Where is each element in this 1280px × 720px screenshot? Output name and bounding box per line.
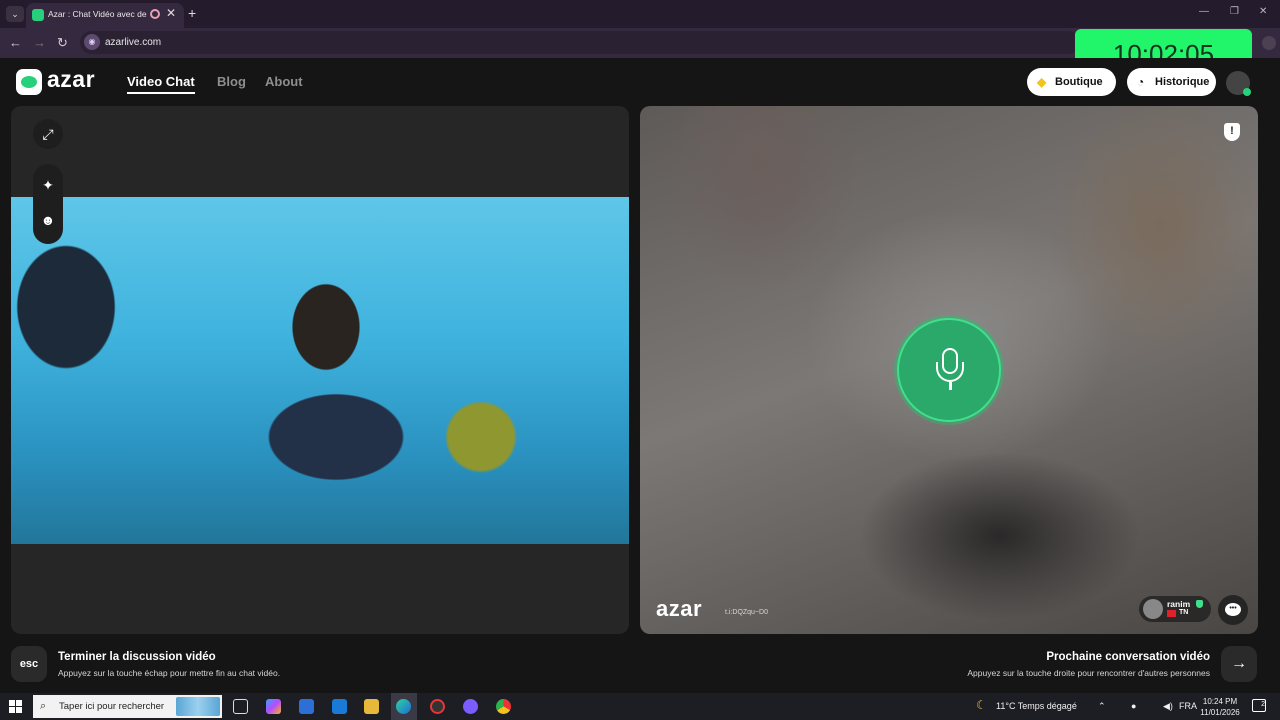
taskbar-clock[interactable]: 10:24 PM 11/01/2026 xyxy=(1197,696,1243,718)
end-chat-title: Terminer la discussion vidéo xyxy=(58,651,216,663)
report-icon[interactable]: ! xyxy=(1224,123,1240,141)
windows-taskbar: ⌕ Taper ici pour rechercher ☾ 11°C Temps… xyxy=(0,693,1280,720)
nav-about[interactable]: About xyxy=(265,74,303,89)
site-info-icon[interactable]: ◉ xyxy=(84,34,100,50)
peer-country: TN xyxy=(1179,609,1189,616)
mail-icon[interactable] xyxy=(332,699,347,714)
azar-watermark: azar xyxy=(656,596,703,621)
sparkle-icon[interactable]: ✦ xyxy=(33,170,63,200)
tab-close-button[interactable]: ✕ xyxy=(166,6,176,20)
local-video-panel: ⤢ ✦ ☻ xyxy=(11,106,629,634)
close-window-button[interactable]: ✕ xyxy=(1259,6,1267,17)
moon-weather-icon[interactable]: ☾ xyxy=(976,698,987,712)
store-icon[interactable] xyxy=(299,699,314,714)
taskbar-search-placeholder: Taper ici pour rechercher xyxy=(59,701,165,712)
watermark-id: t.i:DQZqu~D0 xyxy=(725,609,768,616)
nav-blog[interactable]: Blog xyxy=(217,74,246,89)
azar-favicon-icon xyxy=(32,9,44,21)
profile-avatar-icon[interactable] xyxy=(1262,36,1276,50)
tray-volume-icon[interactable]: ◀) xyxy=(1163,701,1173,712)
next-chat-title: Prochaine conversation vidéo xyxy=(1046,651,1210,663)
tray-mic-icon[interactable]: ● xyxy=(1131,701,1136,711)
task-view-icon[interactable] xyxy=(233,699,248,714)
chat-button[interactable]: ••• xyxy=(1218,595,1248,625)
language-indicator[interactable]: FRA xyxy=(1179,701,1197,711)
reload-icon[interactable]: ↻ xyxy=(57,35,68,51)
chat-icon: ••• xyxy=(1225,603,1241,616)
remote-video-panel: ! azar t.i:DQZqu~D0 ranim TN ••• xyxy=(640,106,1258,634)
search-highlight-image xyxy=(176,697,220,716)
url-field[interactable]: ◉ azarlive.com xyxy=(80,31,1080,54)
peer-name: ranim xyxy=(1167,599,1191,609)
taskbar-time: 10:24 PM xyxy=(1202,697,1238,706)
recording-indicator-icon xyxy=(150,9,160,19)
notification-center-icon[interactable]: 2 xyxy=(1252,699,1266,712)
history-button[interactable]: ◔ Historique xyxy=(1127,68,1216,96)
shop-button[interactable]: ◆ Boutique xyxy=(1027,68,1116,96)
forward-arrow-icon[interactable]: → xyxy=(33,35,46,50)
file-explorer-icon[interactable] xyxy=(364,699,379,714)
taskbar-date: 11/01/2026 xyxy=(1200,708,1240,717)
gem-icon: ◆ xyxy=(1037,75,1047,89)
restore-window-button[interactable]: ❐ xyxy=(1230,6,1239,17)
history-label: Historique xyxy=(1155,76,1210,88)
history-icon: ◔ xyxy=(1137,75,1145,89)
peer-profile-chip[interactable]: ranim TN xyxy=(1139,596,1211,622)
azar-logo-icon[interactable] xyxy=(16,69,42,95)
back-arrow-icon[interactable]: ← xyxy=(9,35,22,50)
url-text[interactable]: azarlive.com xyxy=(105,37,161,48)
discord-icon[interactable] xyxy=(463,699,478,714)
peer-avatar xyxy=(1143,599,1163,619)
azar-logo-text[interactable]: azar xyxy=(47,66,95,93)
shop-label: Boutique xyxy=(1055,76,1103,88)
browser-tab-strip: ⌄ Azar : Chat Vidéo avec de n ✕ + — ❐ ✕ xyxy=(0,0,1280,28)
tab-title: Azar : Chat Vidéo avec de n xyxy=(48,9,148,19)
expand-icon[interactable]: ⤢ xyxy=(33,119,63,149)
arrow-right-icon[interactable]: → xyxy=(1221,646,1257,682)
tab-search-menu-button[interactable]: ⌄ xyxy=(6,6,24,22)
microphone-button[interactable] xyxy=(897,318,1001,422)
copilot-icon[interactable] xyxy=(266,699,281,714)
local-camera-feed xyxy=(11,197,629,544)
taskbar-search-box[interactable]: ⌕ Taper ici pour rechercher xyxy=(33,695,222,718)
chrome-icon[interactable] xyxy=(496,699,511,714)
weather-text[interactable]: 11°C Temps dégagé xyxy=(996,701,1077,711)
windows-start-icon[interactable] xyxy=(9,700,22,713)
nav-video-chat[interactable]: Video Chat xyxy=(127,74,195,89)
site-header: azar Video Chat Blog About ◆ Boutique ◔ … xyxy=(0,58,1280,106)
tunisia-flag-icon xyxy=(1167,610,1176,617)
obs-icon[interactable] xyxy=(430,699,445,714)
microphone-icon-stem xyxy=(949,382,952,390)
user-avatar[interactable] xyxy=(1226,71,1251,96)
next-chat-hint: Appuyez sur la touche droite pour rencon… xyxy=(967,668,1210,678)
end-chat-hint: Appuyez sur la touche échap pour mettre … xyxy=(58,668,281,678)
minimize-window-button[interactable]: — xyxy=(1199,6,1209,17)
browser-tab-active[interactable]: Azar : Chat Vidéo avec de n ✕ xyxy=(26,3,184,28)
edge-icon[interactable] xyxy=(396,699,411,714)
tray-expand-icon[interactable]: ⌃ xyxy=(1098,701,1106,712)
esc-end-button[interactable]: esc xyxy=(11,646,47,682)
verified-badge-icon xyxy=(1196,600,1203,608)
nav-active-underline xyxy=(127,92,195,94)
new-tab-button[interactable]: + xyxy=(188,5,196,21)
sticker-icon[interactable]: ☻ xyxy=(33,205,63,235)
microphone-icon-cup xyxy=(936,362,964,382)
search-icon: ⌕ xyxy=(40,700,47,712)
effects-toolbar: ✦ ☻ xyxy=(33,164,63,244)
